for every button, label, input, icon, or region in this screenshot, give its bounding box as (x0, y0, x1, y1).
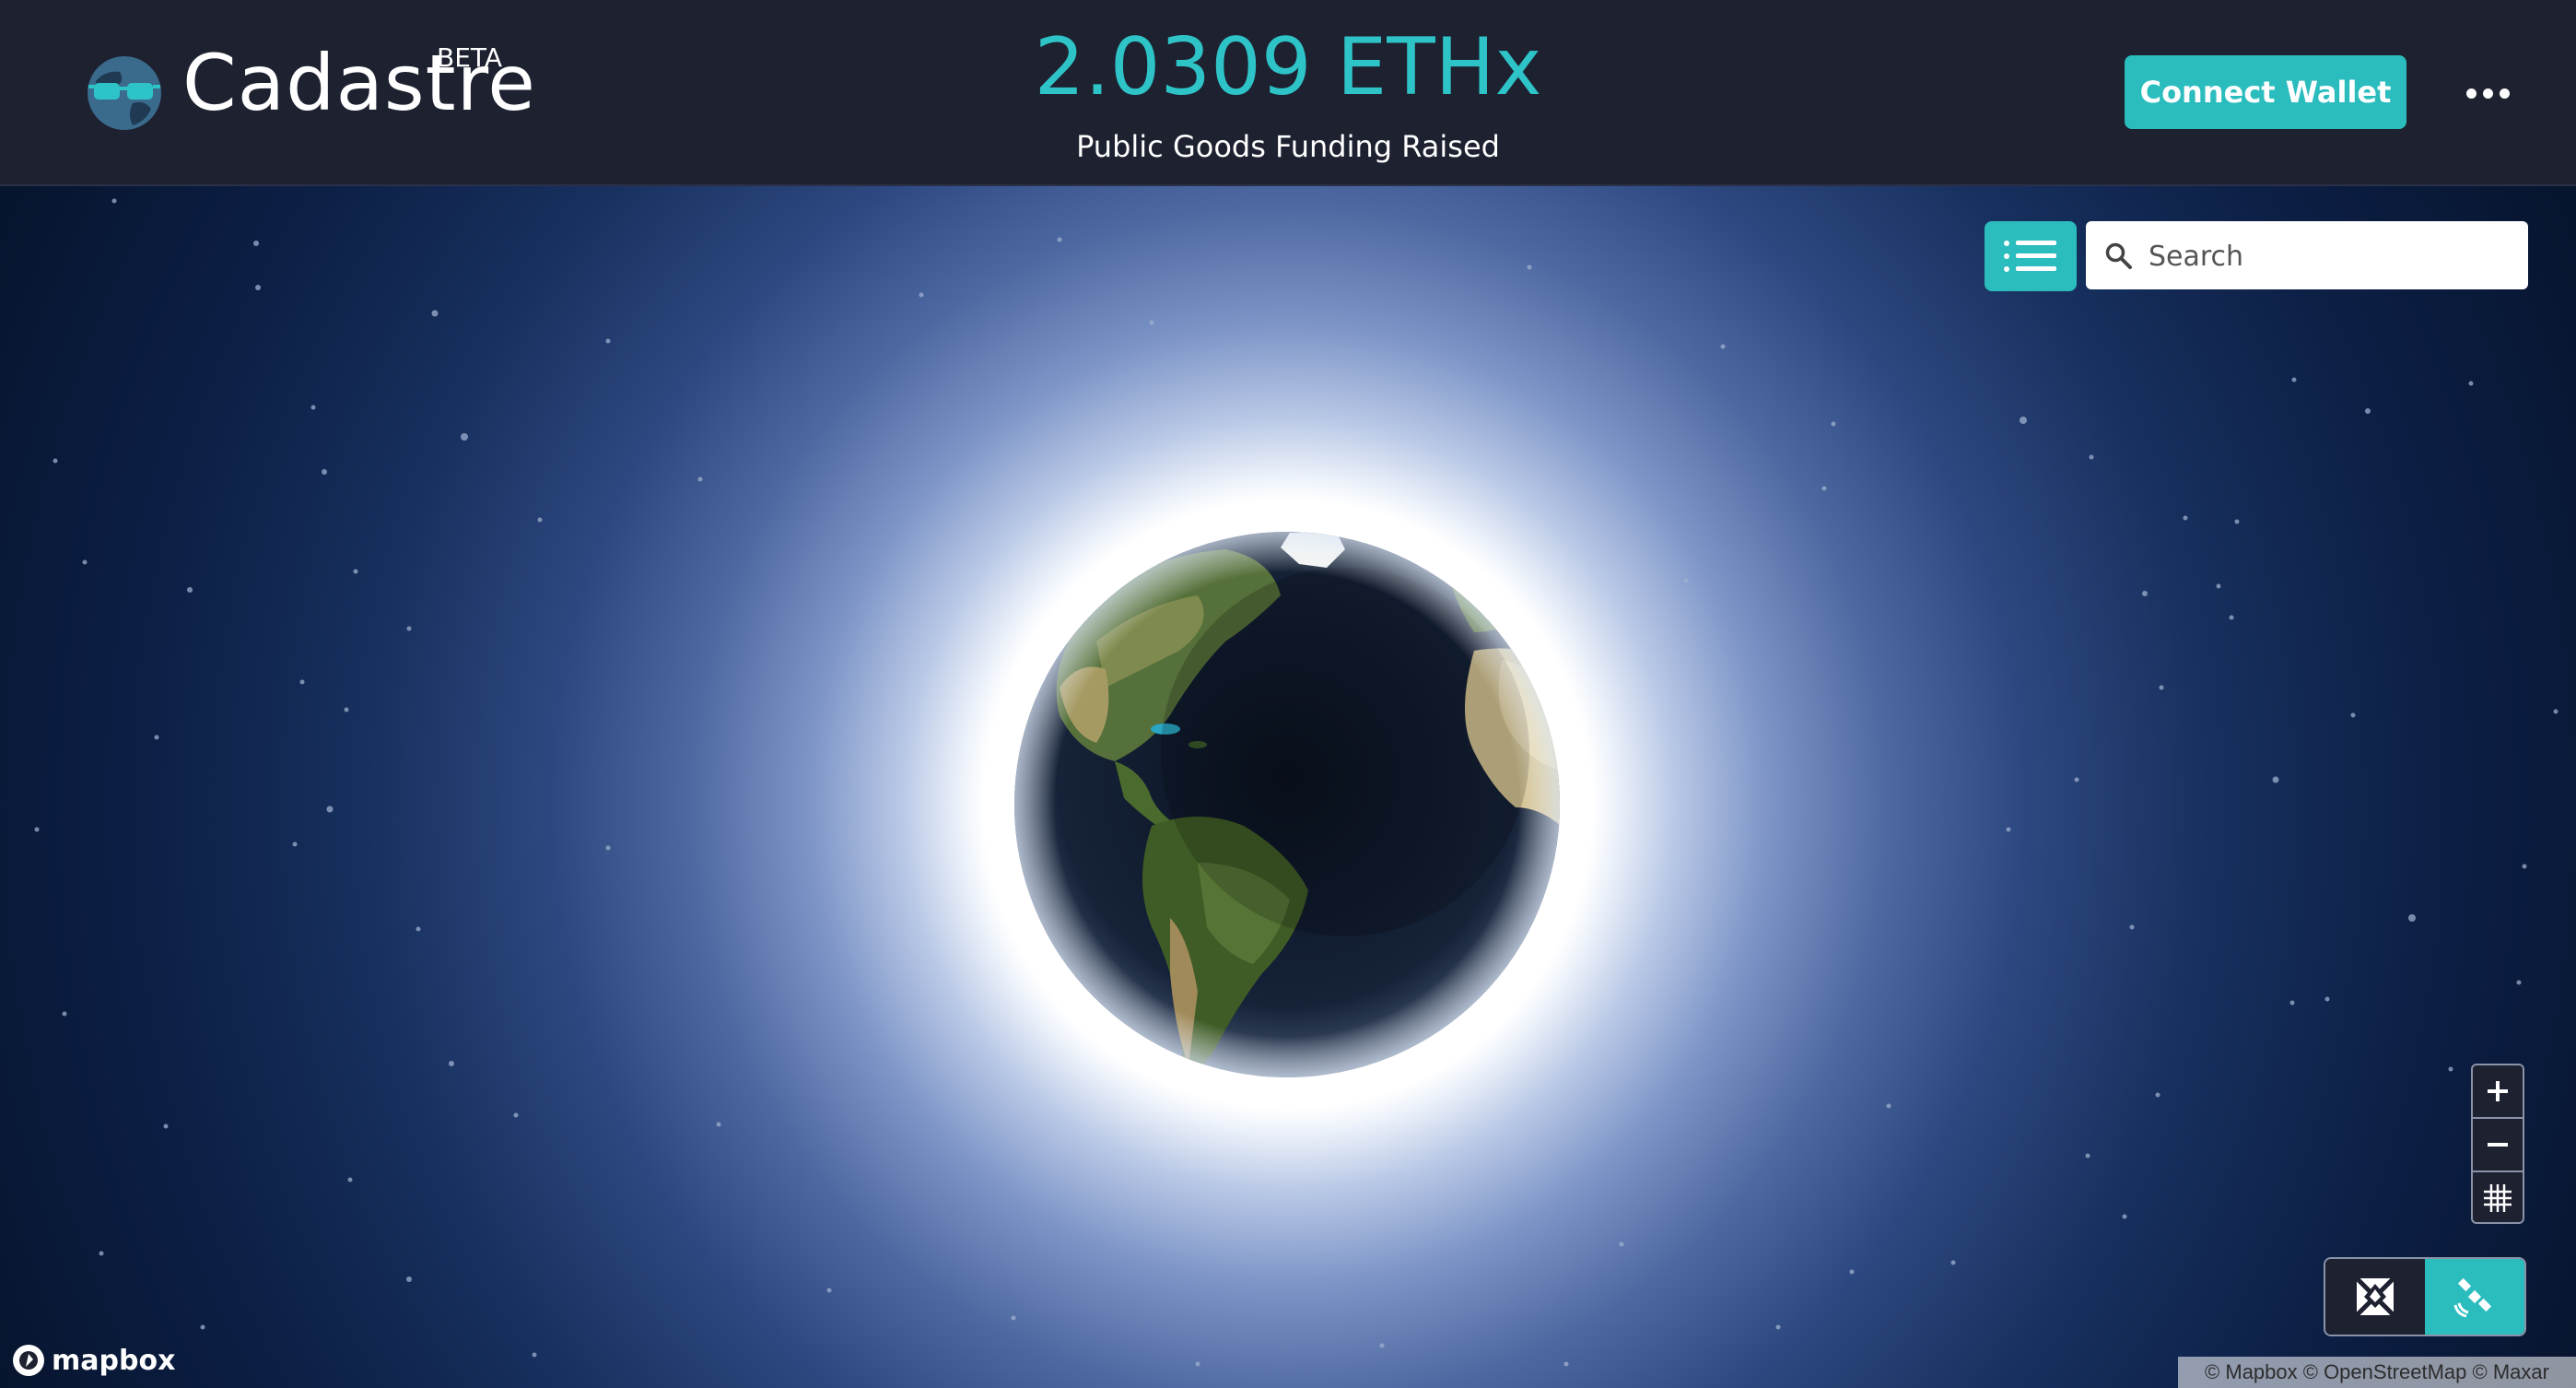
mapbox-logo[interactable]: mapbox (11, 1342, 175, 1379)
search-box[interactable] (2086, 221, 2528, 289)
list-view-button[interactable] (1985, 221, 2077, 291)
zoom-in-button[interactable] (2473, 1065, 2523, 1117)
list-icon (2004, 241, 2056, 272)
search-icon (2105, 242, 2132, 269)
minus-icon (2488, 1143, 2508, 1147)
zoom-controls (2471, 1064, 2524, 1224)
grid-icon (2484, 1184, 2512, 1212)
earth-globe[interactable] (1013, 531, 1561, 1078)
top-header: Cadastre BETA 2.0309 ETHx Public Goods F… (0, 0, 2576, 186)
more-horizontal-icon (2465, 88, 2476, 99)
connect-wallet-button[interactable]: Connect Wallet (2125, 55, 2406, 129)
zoom-out-button[interactable] (2473, 1119, 2523, 1170)
plus-icon (2488, 1081, 2508, 1101)
more-options-button[interactable] (2454, 70, 2521, 116)
satellite-style-button[interactable] (2425, 1259, 2524, 1335)
map-canvas[interactable]: mapbox © Mapbox © OpenStreetMap © Maxar (0, 184, 2576, 1388)
map-style-toggle (2324, 1257, 2526, 1336)
more-horizontal-icon (2482, 88, 2493, 99)
grid-toggle-button[interactable] (2473, 1172, 2523, 1224)
map-icon (2355, 1276, 2395, 1317)
search-input[interactable] (2147, 232, 2510, 280)
more-horizontal-icon (2499, 88, 2510, 99)
funding-label: Public Goods Funding Raised (1076, 129, 1500, 164)
mapbox-icon (13, 1345, 44, 1376)
map-attribution[interactable]: © Mapbox © OpenStreetMap © Maxar (2178, 1357, 2576, 1388)
satellite-icon (2453, 1277, 2492, 1318)
map-style-button[interactable] (2325, 1259, 2425, 1335)
mapbox-logo-text: mapbox (52, 1344, 176, 1377)
